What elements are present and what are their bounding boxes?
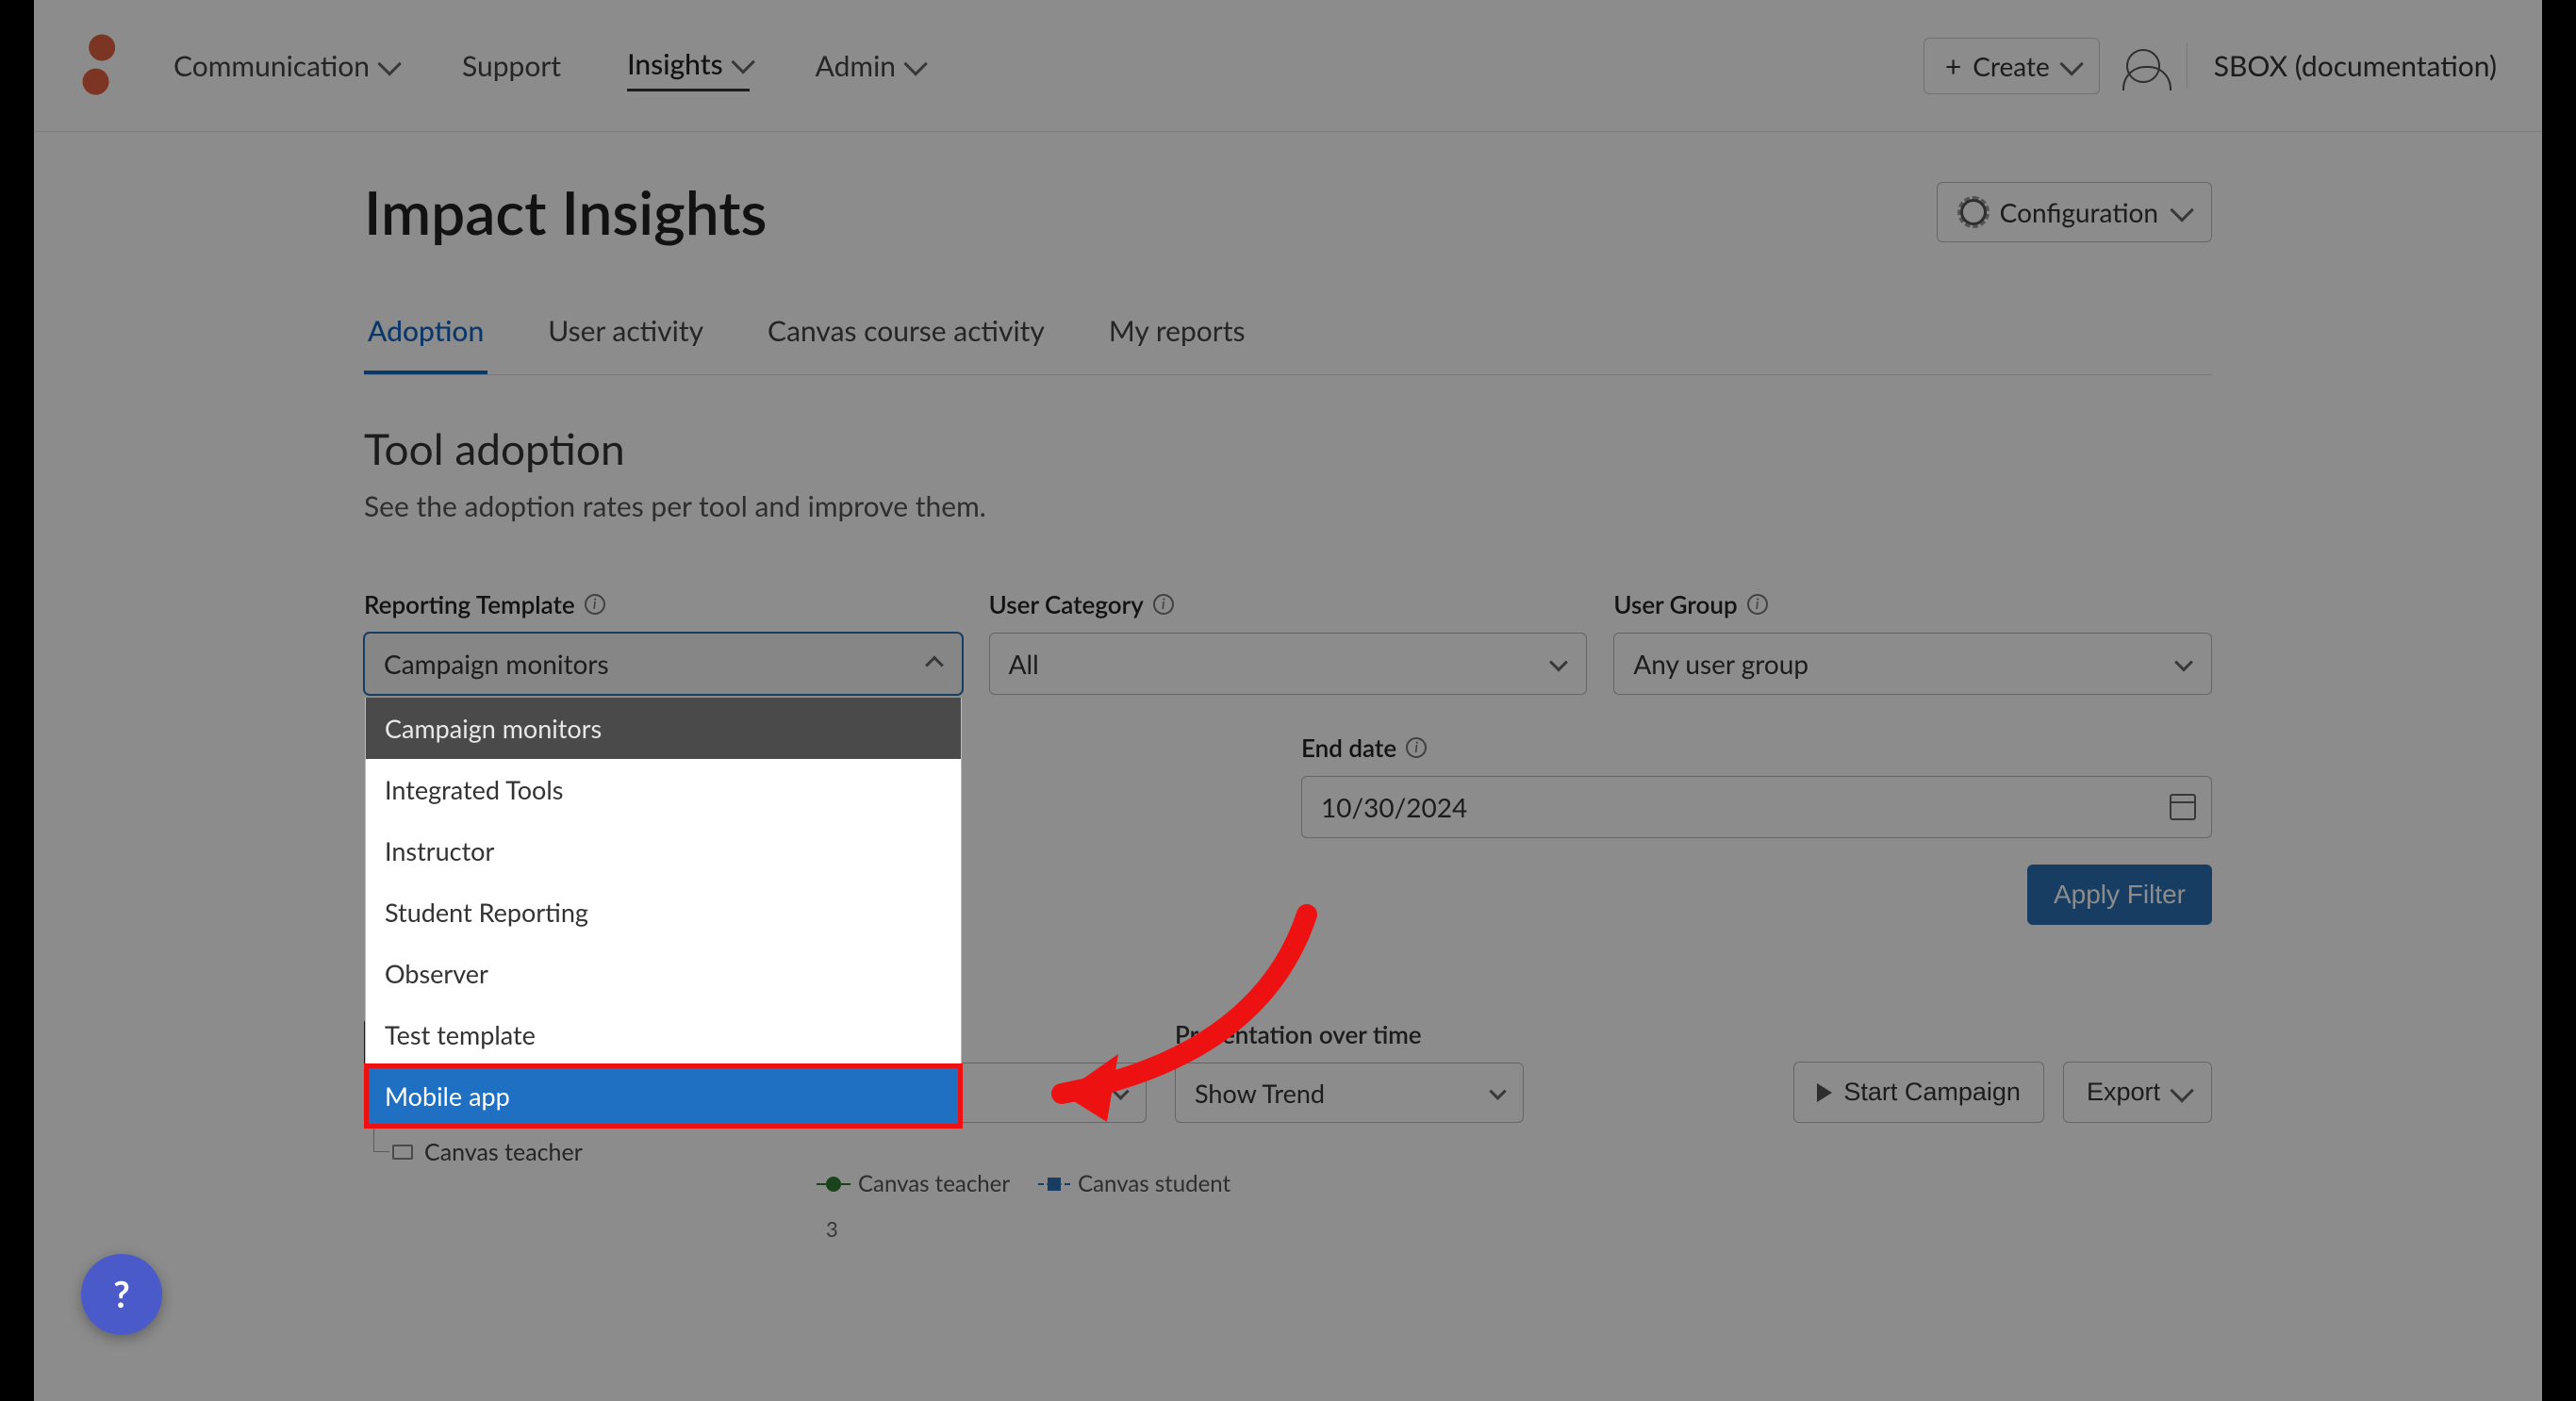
chevron-down-icon — [377, 52, 401, 75]
legend-marker-teacher-icon — [826, 1177, 841, 1192]
dropdown-option[interactable]: Observer — [366, 943, 961, 1004]
gear-icon — [1960, 199, 1987, 225]
tab-my-reports[interactable]: My reports — [1105, 314, 1249, 374]
chevron-down-icon — [1489, 1083, 1506, 1100]
export-button[interactable]: Export — [2063, 1062, 2212, 1123]
user-category-label: User Category — [989, 589, 1144, 619]
export-label: Export — [2087, 1078, 2160, 1107]
config-label: Configuration — [2000, 196, 2158, 228]
chart-legend: Canvas teacher Canvas student — [826, 1170, 2212, 1197]
legend-label: Canvas teacher — [858, 1170, 1010, 1197]
dropdown-option[interactable]: Campaign monitors — [366, 698, 961, 759]
user-category-select[interactable]: All — [989, 633, 1588, 695]
select-value: Show Trend — [1195, 1078, 1325, 1109]
start-campaign-label: Start Campaign — [1843, 1078, 2021, 1107]
info-icon[interactable]: i — [585, 594, 605, 615]
nav-support[interactable]: Support — [462, 40, 561, 91]
divider — [2187, 43, 2188, 89]
end-date-label: End date — [1301, 733, 1396, 763]
legend-label: Canvas student — [1078, 1170, 1230, 1197]
content: Impact Insights Configuration Adoption U… — [364, 132, 2212, 1242]
chevron-down-icon — [731, 50, 754, 74]
dropdown-option[interactable]: Student Reporting — [366, 882, 961, 943]
question-icon: ? — [113, 1273, 129, 1316]
reporting-template-dropdown: Campaign monitors Integrated Tools Instr… — [365, 698, 962, 1128]
select-value: Campaign monitors — [384, 648, 609, 680]
org-label[interactable]: SBOX (documentation) — [2214, 49, 2497, 83]
field-end-date: End date i 10/30/2024 — [1301, 733, 2212, 838]
plus-icon: + — [1945, 52, 1961, 80]
page-title: Impact Insights — [364, 175, 768, 248]
user-group-select[interactable]: Any user group — [1613, 633, 2212, 695]
dropdown-option-mobile-app[interactable]: Mobile app — [366, 1065, 961, 1127]
top-bar: Communication Support Insights Admin — [34, 0, 2542, 132]
reporting-template-label: Reporting Template — [364, 589, 575, 619]
nav-insights[interactable]: Insights — [627, 40, 750, 91]
chevron-up-icon — [925, 656, 944, 675]
info-icon[interactable]: i — [1406, 737, 1427, 758]
select-value: Any user group — [1633, 648, 1808, 680]
tab-user-activity[interactable]: User activity — [544, 314, 707, 374]
folder-icon — [392, 1145, 413, 1160]
field-reporting-template: Reporting Template i Campaign monitors C… — [364, 589, 963, 695]
chevron-down-icon — [1549, 653, 1568, 672]
presentation-over-time-label: Presentation over time — [1175, 1019, 1524, 1049]
start-campaign-button[interactable]: Start Campaign — [1793, 1062, 2044, 1123]
legend-marker-student-icon — [1048, 1178, 1061, 1191]
tree-item-canvas-teacher[interactable]: Canvas teacher — [392, 1129, 760, 1176]
configuration-button[interactable]: Configuration — [1937, 182, 2212, 242]
chevron-down-icon — [2170, 1079, 2193, 1102]
main-nav: Communication Support Insights Admin — [173, 40, 922, 91]
play-icon — [1817, 1083, 1832, 1102]
info-icon[interactable]: i — [1153, 594, 1174, 615]
field-user-category: User Category i All — [989, 589, 1588, 695]
end-date-value: 10/30/2024 — [1321, 791, 1467, 823]
select-value: All — [1009, 648, 1039, 680]
nav-label: Admin — [816, 49, 896, 83]
nav-label: Communication — [173, 49, 370, 83]
nav-admin[interactable]: Admin — [816, 40, 922, 91]
tabs: Adoption User activity Canvas course act… — [364, 314, 2212, 375]
chevron-down-icon — [2174, 653, 2193, 672]
nav-communication[interactable]: Communication — [173, 40, 396, 91]
report-panel: presentation Actual Presentation over ti… — [798, 1019, 2212, 1242]
tab-canvas-course-activity[interactable]: Canvas course activity — [764, 314, 1049, 374]
tab-adoption[interactable]: Adoption — [364, 314, 487, 374]
field-user-group: User Group i Any user group — [1613, 589, 2212, 695]
dropdown-option[interactable]: Test template — [366, 1004, 961, 1065]
end-date-input[interactable]: 10/30/2024 — [1301, 776, 2212, 838]
chevron-down-icon — [2059, 52, 2083, 75]
reporting-template-select[interactable]: Campaign monitors Campaign monitors Inte… — [364, 633, 963, 695]
dropdown-option[interactable]: Integrated Tools — [366, 759, 961, 820]
section-title: Tool adoption — [364, 422, 2212, 474]
user-group-label: User Group — [1613, 589, 1737, 619]
nav-label: Support — [462, 49, 561, 83]
info-icon[interactable]: i — [1747, 594, 1768, 615]
chevron-down-icon — [1112, 1083, 1129, 1100]
presentation-over-time-select[interactable]: Show Trend — [1175, 1063, 1524, 1123]
calendar-icon — [2170, 794, 2196, 820]
create-label: Create — [1973, 50, 2050, 82]
dropdown-option[interactable]: Instructor — [366, 820, 961, 882]
y-axis-tick: 3 — [826, 1216, 2212, 1242]
tree-item-label: Canvas teacher — [424, 1138, 583, 1166]
apply-filter-button[interactable]: Apply Filter — [2027, 865, 2212, 925]
section-subtitle: See the adoption rates per tool and impr… — [364, 489, 2212, 523]
logo-icon — [74, 34, 111, 96]
user-icon[interactable] — [2126, 49, 2160, 83]
chevron-down-icon — [903, 52, 927, 75]
create-button[interactable]: + Create — [1924, 38, 2100, 94]
nav-label: Insights — [627, 47, 723, 81]
chevron-down-icon — [2170, 198, 2193, 222]
help-button[interactable]: ? — [81, 1254, 162, 1335]
